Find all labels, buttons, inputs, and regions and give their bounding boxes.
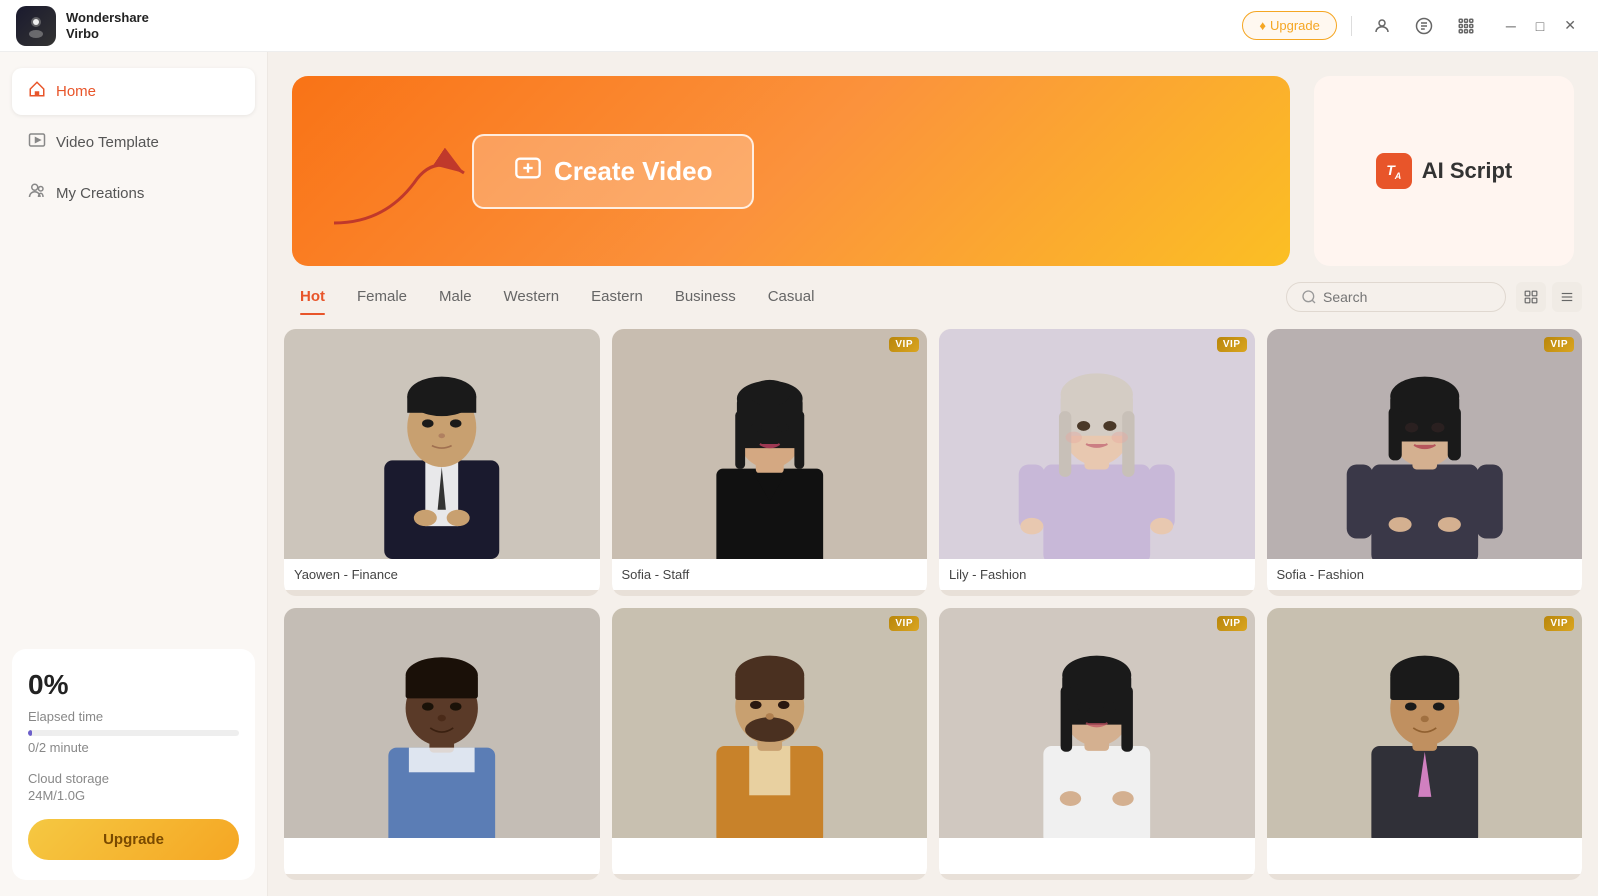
avatar-card-6[interactable]: VIP <box>612 608 928 880</box>
main-content: Create Video TA AI Script Hot Female Mal… <box>268 52 1598 896</box>
my-creations-icon <box>28 182 46 205</box>
title-bar-actions: ♦ Upgrade ─ □ ✕ <box>1242 10 1582 42</box>
sidebar-stats: 0% Elapsed time 0/2 minute Cloud storage… <box>12 649 255 880</box>
top-row: Create Video TA AI Script <box>268 52 1598 266</box>
storage-value: 24M/1.0G <box>28 788 239 803</box>
tab-male[interactable]: Male <box>423 280 488 313</box>
sidebar: Home Video Template My Creations 0% E <box>0 52 268 896</box>
title-bar: Wondershare Virbo ♦ Upgrade <box>0 0 1598 52</box>
home-label: Home <box>56 83 96 100</box>
avatar-portrait-8 <box>1267 608 1583 838</box>
ai-script-panel[interactable]: TA AI Script <box>1314 76 1574 266</box>
avatar-portrait-7 <box>939 608 1255 838</box>
user-icon-button[interactable] <box>1366 10 1398 42</box>
main-layout: Home Video Template My Creations 0% E <box>0 52 1598 896</box>
tabs-row: Hot Female Male Western Eastern Business… <box>268 266 1598 321</box>
avatar-portrait-sofia-fashion <box>1267 329 1583 559</box>
tab-hot[interactable]: Hot <box>284 280 341 313</box>
app-name: Wondershare Virbo <box>66 10 149 41</box>
video-template-label: Video Template <box>56 134 159 151</box>
elapsed-percent: 0% <box>28 669 239 701</box>
avatar-card-yaowen-finance[interactable]: Yaowen - Finance <box>284 329 600 596</box>
diamond-icon: ♦ <box>1259 18 1266 33</box>
avatar-name-5 <box>284 838 600 874</box>
search-box <box>1286 282 1506 312</box>
hero-banner: Create Video <box>292 76 1290 266</box>
vip-badge-7: VIP <box>1217 616 1247 631</box>
chat-icon-button[interactable] <box>1408 10 1440 42</box>
progress-bar <box>28 730 239 736</box>
vip-badge: VIP <box>889 337 919 352</box>
tab-business[interactable]: Business <box>659 280 752 313</box>
upgrade-header-button[interactable]: ♦ Upgrade <box>1242 11 1337 40</box>
avatar-card-5[interactable] <box>284 608 600 880</box>
avatar-portrait-yaowen <box>284 329 600 559</box>
create-video-button[interactable]: Create Video <box>472 134 754 209</box>
apps-icon-button[interactable] <box>1450 10 1482 42</box>
avatar-name-8 <box>1267 838 1583 874</box>
screenshot-view-button[interactable] <box>1516 282 1546 312</box>
vip-badge-lily: VIP <box>1217 337 1247 352</box>
avatar-card-7[interactable]: VIP <box>939 608 1255 880</box>
avatar-portrait-lily <box>939 329 1255 559</box>
avatar-card-sofia-staff[interactable]: VIP <box>612 329 928 596</box>
sidebar-item-my-creations[interactable]: My Creations <box>12 170 255 217</box>
storage-label: Cloud storage <box>28 771 239 786</box>
avatar-name-yaowen: Yaowen - Finance <box>284 559 600 590</box>
avatar-card-lily-fashion[interactable]: VIP <box>939 329 1255 596</box>
home-icon <box>28 80 46 103</box>
vip-badge-sofia-fashion: VIP <box>1544 337 1574 352</box>
my-creations-label: My Creations <box>56 185 144 202</box>
arrow-indicator <box>324 133 484 233</box>
ai-script-label: AI Script <box>1422 158 1512 184</box>
elapsed-label: Elapsed time <box>28 709 239 724</box>
separator <box>1351 16 1352 36</box>
video-template-icon <box>28 131 46 154</box>
progress-fill <box>28 730 32 736</box>
avatar-name-sofia-fashion: Sofia - Fashion <box>1267 559 1583 590</box>
search-input[interactable] <box>1323 289 1483 305</box>
avatar-portrait-5 <box>284 608 600 838</box>
tab-eastern[interactable]: Eastern <box>575 280 659 313</box>
close-button[interactable]: ✕ <box>1558 13 1582 38</box>
ai-script-icon: TA <box>1376 153 1412 189</box>
avatar-name-6 <box>612 838 928 874</box>
avatar-portrait-6 <box>612 608 928 838</box>
app-branding: Wondershare Virbo <box>16 6 149 46</box>
sidebar-item-home[interactable]: Home <box>12 68 255 115</box>
search-icon <box>1301 289 1317 305</box>
view-toggle <box>1516 282 1582 312</box>
tab-casual[interactable]: Casual <box>752 280 831 313</box>
avatar-portrait-sofia-staff <box>612 329 928 559</box>
avatar-grid: Yaowen - Finance VIP <box>268 321 1598 896</box>
avatar-name-7 <box>939 838 1255 874</box>
vip-badge-6: VIP <box>889 616 919 631</box>
tab-western[interactable]: Western <box>488 280 576 313</box>
app-logo <box>16 6 56 46</box>
maximize-button[interactable]: □ <box>1530 13 1550 38</box>
vip-badge-8: VIP <box>1544 616 1574 631</box>
minimize-button[interactable]: ─ <box>1500 13 1522 38</box>
avatar-card-sofia-fashion[interactable]: VIP <box>1267 329 1583 596</box>
upgrade-header-label: Upgrade <box>1270 18 1320 33</box>
create-video-label: Create Video <box>554 156 712 187</box>
create-video-icon <box>514 154 542 189</box>
list-view-button[interactable] <box>1552 282 1582 312</box>
avatar-card-8[interactable]: VIP <box>1267 608 1583 880</box>
sidebar-item-video-template[interactable]: Video Template <box>12 119 255 166</box>
window-controls: ─ □ ✕ <box>1500 13 1582 38</box>
avatar-name-sofia-staff: Sofia - Staff <box>612 559 928 590</box>
avatar-name-lily: Lily - Fashion <box>939 559 1255 590</box>
elapsed-minutes: 0/2 minute <box>28 740 239 755</box>
tab-female[interactable]: Female <box>341 280 423 313</box>
upgrade-sidebar-button[interactable]: Upgrade <box>28 819 239 860</box>
